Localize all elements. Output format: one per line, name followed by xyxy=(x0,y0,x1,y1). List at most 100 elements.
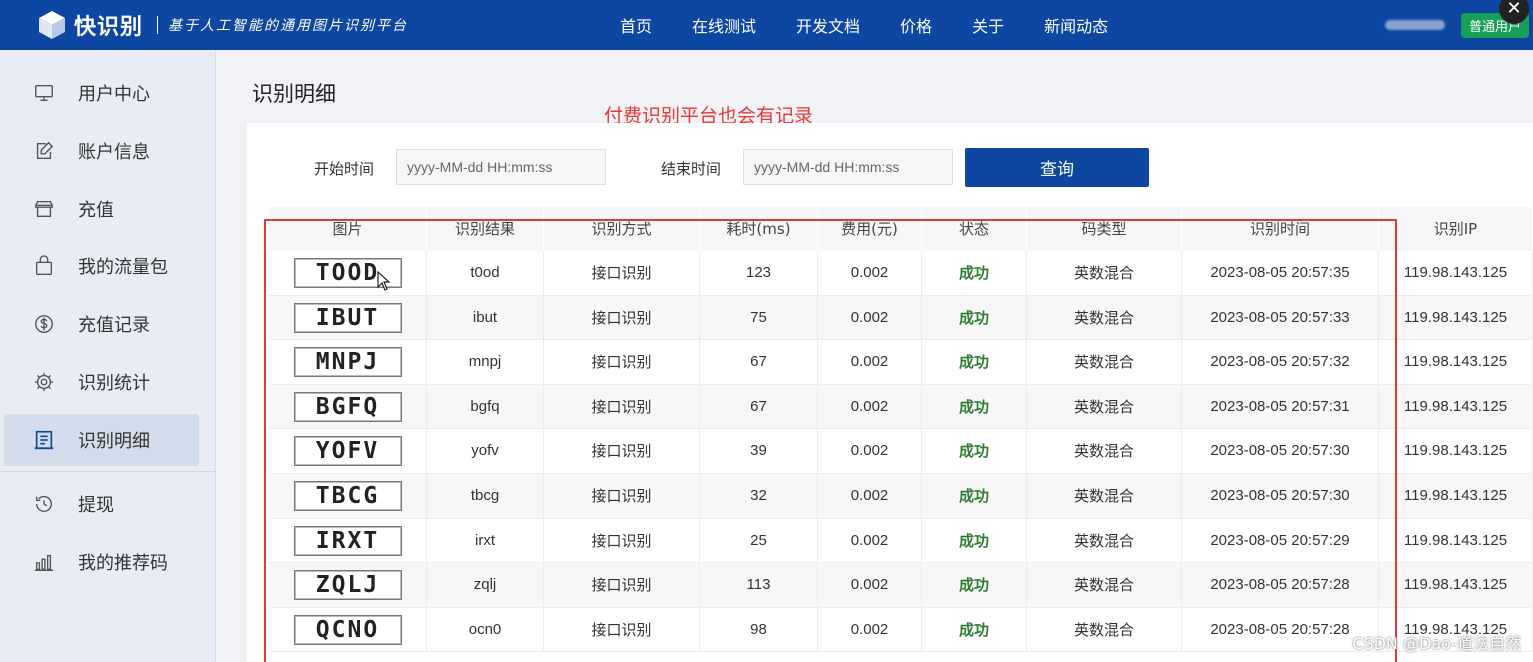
edit-icon xyxy=(32,139,56,163)
nav-pricing[interactable]: 价格 xyxy=(900,13,932,37)
cell-result: ibut xyxy=(427,295,544,341)
table-header: 图片 识别结果 识别方式 耗时(ms) 费用(元) 状态 码类型 识别时间 识别… xyxy=(269,207,1533,251)
sidebar-divider xyxy=(0,471,216,472)
cell-result: ocn0 xyxy=(427,607,544,653)
cell-result: bgfq xyxy=(427,384,544,430)
cell-time: 2023-08-05 20:57:35 xyxy=(1182,251,1379,296)
table-row[interactable]: IRXT irxt 接口识别 25 0.002 成功 英数混合 2023-08-05 20:5… xyxy=(269,518,1533,564)
table-row[interactable]: YOFV yofv 接口识别 39 0.002 成功 英数混合 2023-08-05 20:5… xyxy=(269,429,1533,474)
table-row[interactable]: QCNO ocn0 接口识别 98 0.002 成功 英数混合 2023-08-05 20:5… xyxy=(269,607,1533,653)
nav-about[interactable]: 关于 xyxy=(972,13,1004,37)
cell-cost: 0.002 xyxy=(818,384,922,430)
sidebar-item-account[interactable]: 账户信息 xyxy=(4,125,199,177)
column-header-status: 状态 xyxy=(922,207,1027,251)
sidebar-item-user-center[interactable]: 用户中心 xyxy=(4,67,199,119)
cell-duration: 67 xyxy=(700,384,818,430)
cell-result: t0od xyxy=(427,251,544,296)
sidebar-item-withdraw[interactable]: 提现 xyxy=(4,478,199,530)
cell-status: 成功 xyxy=(922,474,1027,519)
sidebar-item-recharge-records[interactable]: 充值记录 xyxy=(4,298,199,350)
page-title: 识别明细 xyxy=(252,82,336,106)
table-row[interactable]: BGFQ bgfq 接口识别 67 0.002 成功 英数混合 2023-08-05 20:5… xyxy=(269,384,1533,430)
mouse-cursor-icon xyxy=(377,271,391,291)
cell-duration: 113 xyxy=(700,563,818,608)
cell-ip: 119.98.143.125 xyxy=(1379,251,1533,296)
cell-method: 接口识别 xyxy=(544,429,700,474)
sidebar-item-label: 我的流量包 xyxy=(78,257,168,278)
cell-duration: 67 xyxy=(700,340,818,385)
captcha-image[interactable]: MNPJ xyxy=(293,347,402,378)
sidebar-item-details[interactable]: 识别明细 xyxy=(4,414,199,466)
history-icon xyxy=(32,492,56,516)
cell-method: 接口识别 xyxy=(544,251,700,296)
cell-status: 成功 xyxy=(922,429,1027,474)
cell-status: 成功 xyxy=(922,251,1027,296)
cell-image: TBCG xyxy=(269,474,427,519)
captcha-image[interactable]: YOFV xyxy=(293,436,402,467)
logo-slogan: 基于人工智能的通用图片识别平台 xyxy=(168,18,409,34)
content-panel: 开始时间 结束时间 查询 图片 识别结果 识别方式 耗时(ms) 费用(元) 状… xyxy=(247,123,1533,662)
table-row[interactable]: IBUT ibut 接口识别 75 0.002 成功 英数混合 2023-08-05 20:5… xyxy=(269,295,1533,341)
column-header-duration: 耗时(ms) xyxy=(700,207,818,251)
table-row[interactable]: MNPJ mnpj 接口识别 67 0.002 成功 英数混合 2023-08-05 20:5… xyxy=(269,340,1533,385)
cell-cost: 0.002 xyxy=(818,295,922,341)
cell-cost: 0.002 xyxy=(818,429,922,474)
query-button[interactable]: 查询 xyxy=(965,148,1149,187)
table-row[interactable]: TOOD t0od 接口识别 123 0.002 成功 英数混合 2023-08-05 20:… xyxy=(269,251,1533,296)
captcha-image[interactable]: IBUT xyxy=(293,302,402,333)
cell-duration: 123 xyxy=(700,251,818,296)
captcha-image[interactable]: TBCG xyxy=(293,481,402,511)
logo[interactable]: 快识别 基于人工智能的通用图片识别平台 xyxy=(36,9,408,41)
sidebar-item-traffic-package[interactable]: 我的流量包 xyxy=(4,240,199,292)
user-name-blurred[interactable] xyxy=(1384,20,1445,30)
sidebar-item-label: 我的推荐码 xyxy=(78,553,168,574)
sidebar-item-label: 充值记录 xyxy=(78,315,150,336)
start-time-input[interactable] xyxy=(396,149,606,185)
bar-chart-icon xyxy=(32,550,56,574)
nav-online-test[interactable]: 在线测试 xyxy=(692,13,756,37)
cell-cost: 0.002 xyxy=(818,251,922,296)
cell-code-type: 英数混合 xyxy=(1027,295,1182,341)
cell-time: 2023-08-05 20:57:32 xyxy=(1182,340,1379,385)
cell-cost: 0.002 xyxy=(818,563,922,608)
cell-code-type: 英数混合 xyxy=(1027,474,1182,519)
column-header-image: 图片 xyxy=(269,207,427,251)
column-header-result: 识别结果 xyxy=(427,207,544,251)
cell-image: TOOD xyxy=(269,251,427,296)
sidebar-item-label: 账户信息 xyxy=(78,142,150,163)
end-time-input[interactable] xyxy=(743,149,953,185)
main-nav: 首页 在线测试 开发文档 价格 关于 新闻动态 xyxy=(600,0,1128,50)
store-icon xyxy=(32,197,56,221)
cell-result: mnpj xyxy=(427,340,544,385)
nav-home[interactable]: 首页 xyxy=(620,13,652,37)
cell-ip: 119.98.143.125 xyxy=(1379,563,1533,608)
cell-time: 2023-08-05 20:57:28 xyxy=(1182,607,1379,653)
cell-image: IRXT xyxy=(269,518,427,564)
cell-code-type: 英数混合 xyxy=(1027,429,1182,474)
sidebar-item-label: 识别统计 xyxy=(78,373,150,394)
table-row[interactable]: TBCG tbcg 接口识别 32 0.002 成功 英数混合 2023-08-05 20:5… xyxy=(269,474,1533,519)
cell-ip: 119.98.143.125 xyxy=(1379,384,1533,430)
table-row[interactable]: ZQLJ zqlj 接口识别 113 0.002 成功 英数混合 2023-08-05 20:… xyxy=(269,563,1533,608)
captcha-image[interactable]: ZQLJ xyxy=(293,570,402,601)
captcha-image[interactable]: IRXT xyxy=(293,525,402,556)
top-navbar: 快识别 基于人工智能的通用图片识别平台 首页 在线测试 开发文档 价格 关于 新… xyxy=(0,0,1533,50)
sidebar-item-referral-code[interactable]: 我的推荐码 xyxy=(4,536,199,588)
cell-method: 接口识别 xyxy=(544,295,700,341)
cell-time: 2023-08-05 20:57:30 xyxy=(1182,429,1379,474)
cell-cost: 0.002 xyxy=(818,607,922,653)
nav-news[interactable]: 新闻动态 xyxy=(1044,13,1108,37)
cell-time: 2023-08-05 20:57:30 xyxy=(1182,474,1379,519)
captcha-image[interactable]: QCNO xyxy=(293,614,402,645)
sidebar-item-recharge[interactable]: 充值 xyxy=(4,183,199,235)
column-header-cost: 费用(元) xyxy=(818,207,922,251)
sidebar-item-statistics[interactable]: 识别统计 xyxy=(4,356,199,408)
cell-ip: 119.98.143.125 xyxy=(1379,429,1533,474)
cell-method: 接口识别 xyxy=(544,340,700,385)
cell-duration: 39 xyxy=(700,429,818,474)
column-header-method: 识别方式 xyxy=(544,207,700,251)
captcha-image[interactable]: BGFQ xyxy=(293,391,402,422)
sidebar-item-label: 用户中心 xyxy=(78,84,150,105)
cell-ip: 119.98.143.125 xyxy=(1379,340,1533,385)
nav-docs[interactable]: 开发文档 xyxy=(796,13,860,37)
